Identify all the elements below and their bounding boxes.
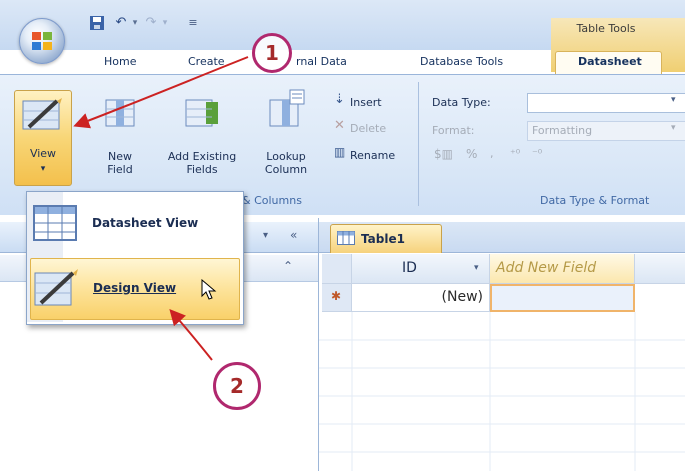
column-header-add-new-field[interactable]: Add New Field [490, 254, 635, 284]
column-id-label: ID [402, 260, 417, 276]
lookup-line1: Lookup [266, 150, 306, 163]
tab-table1[interactable]: Table1 [330, 224, 442, 253]
new-field-line2: Field [107, 163, 133, 176]
tab-external-data[interactable]: rnal Data [296, 52, 347, 72]
add-existing-line2: Fields [186, 163, 218, 176]
add-existing-line1: Add Existing [167, 150, 237, 163]
rename-icon: ▥ [334, 145, 346, 159]
new-field-icon [105, 99, 135, 127]
customize-qat-icon[interactable]: ≡ [184, 14, 202, 32]
fields-columns-group-label: & Columns [242, 194, 302, 207]
menu-item-datasheet-view[interactable]: Datasheet View [30, 196, 238, 252]
view-label: View [29, 147, 57, 160]
collapse-group-icon[interactable]: ⌃ [283, 259, 293, 273]
data-type-dropdown-icon[interactable]: ▾ [671, 95, 676, 105]
design-view-icon [34, 269, 78, 306]
menu-item-design-view[interactable]: Design View [30, 258, 240, 320]
lookup-column-icon [269, 89, 305, 127]
tab-create[interactable]: Create [188, 52, 225, 72]
table1-label: Table1 [361, 232, 405, 246]
percent-format-icon[interactable]: % [466, 147, 477, 161]
datasheet-grid-lines [319, 312, 685, 471]
annotation-2-label: 2 [230, 374, 244, 398]
insert-button[interactable]: Insert [350, 96, 382, 109]
data-type-label: Data Type: [432, 96, 491, 109]
view-dropdown-icon: ▾ [40, 164, 46, 174]
data-type-select[interactable] [527, 93, 685, 113]
design-view-label: Design View [93, 281, 177, 295]
new-row-selector[interactable]: ✱ [322, 284, 352, 312]
lookup-column-button[interactable]: Lookup Column [258, 150, 314, 176]
column-sort-dropdown-icon[interactable]: ▾ [474, 263, 479, 273]
cell-add-new-field-new[interactable] [490, 284, 635, 312]
nav-menu-dropdown-icon[interactable]: ▾ [263, 230, 268, 241]
office-button[interactable] [19, 18, 65, 64]
quick-access-toolbar: ↶ ▾ ↷ ▾ ≡ [80, 10, 250, 36]
add-existing-fields-icon [185, 99, 218, 127]
format-label: Format: [432, 124, 475, 137]
office-logo-icon [32, 32, 52, 50]
delete-icon: ✕ [334, 118, 345, 133]
new-field-line1: New [108, 150, 132, 163]
table-tools-label: Table Tools [576, 22, 636, 35]
add-new-field-label: Add New Field [496, 260, 597, 276]
annotation-1-label: 1 [265, 41, 279, 65]
data-type-group-label: Data Type & Format [540, 194, 650, 207]
column-header-id[interactable]: ID ▾ [352, 254, 490, 284]
column-header-empty [635, 254, 685, 284]
annotation-circle-2: 2 [213, 362, 261, 410]
view-button[interactable]: View ▾ [14, 90, 72, 186]
annotation-circle-1: 1 [252, 33, 292, 73]
mouse-cursor-icon [201, 279, 217, 300]
decrease-decimal-icon[interactable]: ⁻⁰ [532, 147, 542, 160]
insert-icon: ⇣ [334, 92, 345, 107]
redo-dropdown-icon[interactable]: ▾ [156, 14, 174, 32]
datasheet-view-icon [33, 205, 77, 241]
group-divider [418, 82, 419, 206]
new-row-id-value: (New) [441, 289, 483, 305]
cell-id-new[interactable]: (New) [352, 284, 490, 312]
view-icon [22, 98, 62, 130]
lookup-line2: Column [264, 163, 308, 176]
new-record-marker-icon: ✱ [331, 289, 342, 303]
currency-format-icon[interactable]: $▥ [434, 147, 453, 161]
save-icon[interactable] [88, 14, 106, 32]
rename-button[interactable]: Rename [350, 149, 395, 162]
datasheet-view-label: Datasheet View [92, 216, 199, 230]
comma-format-icon[interactable]: , [490, 147, 494, 160]
delete-button[interactable]: Delete [350, 122, 386, 135]
table-icon [337, 231, 355, 245]
row-selector-header[interactable] [322, 254, 352, 284]
increase-decimal-icon[interactable]: ⁺⁰ [510, 147, 520, 160]
format-value: Formatting [532, 124, 593, 137]
new-field-button[interactable]: New Field [98, 150, 142, 176]
tab-home[interactable]: Home [104, 52, 136, 72]
format-dropdown-icon[interactable]: ▾ [671, 123, 676, 133]
tab-database-tools[interactable]: Database Tools [420, 52, 503, 72]
shutter-bar-close-icon[interactable]: « [290, 228, 297, 242]
tab-datasheet[interactable]: Datasheet [578, 52, 642, 72]
add-existing-fields-button[interactable]: Add Existing Fields [160, 150, 244, 176]
